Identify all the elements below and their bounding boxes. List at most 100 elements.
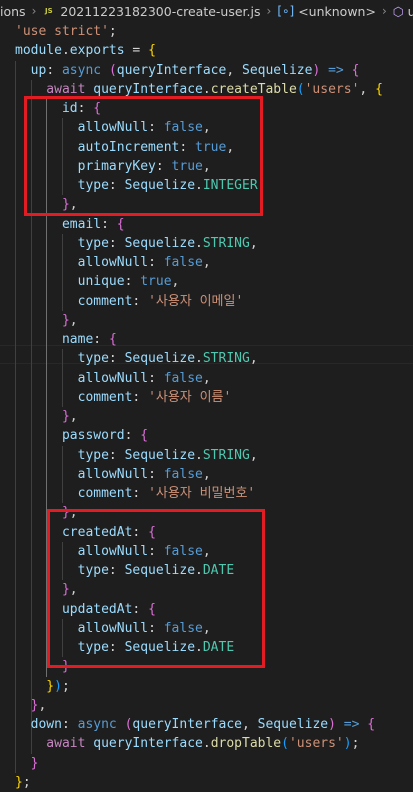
- code-token: :: [132, 389, 149, 405]
- code-token: ): [343, 736, 352, 752]
- code-line: email: {: [15, 215, 125, 234]
- code-editor[interactable]: 'use strict'; module.exports = { up: asyn…: [0, 22, 413, 792]
- code-token: ,: [69, 312, 78, 328]
- code-token: '사용자 비밀번호': [148, 486, 256, 501]
- code-line: await queryInterface.dropTable('users');: [15, 734, 359, 753]
- code-token: .: [61, 43, 70, 59]
- breadcrumb-symbol-label: <unknown>: [298, 3, 376, 19]
- code-line: type: Sequelize.STRING,: [15, 234, 258, 253]
- code-token: .: [195, 235, 203, 251]
- code-token: type: [15, 235, 109, 251]
- symbol-variable-icon: [∘]: [277, 4, 295, 18]
- code-token: async: [61, 62, 102, 78]
- breadcrumb: ions › JS 20211223182300-create-user.js …: [0, 0, 413, 22]
- code-token: ,: [202, 255, 211, 270]
- code-token: comment: [15, 293, 133, 309]
- code-token: async: [77, 717, 117, 732]
- code-token: ;: [22, 774, 31, 790]
- breadcrumb-member[interactable]: ⬡ up: [393, 4, 413, 19]
- code-token: true: [140, 274, 172, 290]
- chevron-right-icon: ›: [266, 4, 272, 18]
- code-token: exports: [69, 43, 125, 59]
- code-token: Sequelize: [257, 717, 329, 732]
- code-line: };: [15, 773, 31, 792]
- code-token: {: [351, 62, 360, 78]
- code-token: password: [15, 428, 125, 444]
- code-token: comment: [15, 486, 133, 501]
- code-token: ;: [108, 24, 117, 39]
- code-token: =>: [320, 62, 352, 78]
- code-token: }: [15, 697, 39, 713]
- code-token: {: [108, 332, 117, 347]
- code-token: email: [15, 216, 102, 232]
- code-token: allowNull: [15, 255, 149, 270]
- code-line: allowNull: false,: [15, 465, 211, 484]
- code-token: }: [15, 755, 39, 771]
- code-token: dropTable: [210, 736, 282, 752]
- code-token: ,: [249, 447, 258, 463]
- code-line: comment: '사용자 이름': [15, 388, 232, 407]
- code-token: }: [15, 774, 23, 790]
- code-token: :: [124, 274, 141, 290]
- code-line: 'use strict';: [15, 22, 117, 41]
- cube-method-icon: ⬡: [392, 3, 404, 19]
- code-token: queryInterface: [132, 717, 242, 732]
- code-token: Sequelize: [124, 447, 196, 463]
- breadcrumb-file[interactable]: JS 20211223182300-create-user.js: [42, 4, 260, 19]
- code-token: :: [132, 293, 149, 309]
- code-token: 'users': [304, 81, 360, 97]
- code-token: queryInterface: [93, 81, 203, 97]
- code-token: =: [124, 43, 149, 59]
- code-token: ,: [249, 235, 258, 251]
- code-token: queryInterface: [93, 736, 203, 752]
- code-token: STRING: [202, 447, 250, 463]
- code-token: :: [101, 216, 117, 232]
- code-token: :: [148, 466, 164, 482]
- code-token: :: [93, 332, 109, 347]
- code-token: .: [202, 736, 211, 752]
- code-token: comment: [15, 389, 133, 405]
- code-line: up: async (queryInterface, Sequelize) =>…: [15, 61, 360, 80]
- code-token: ,: [69, 409, 78, 424]
- code-line: password: {: [15, 426, 148, 445]
- chevron-right-icon: ›: [31, 4, 37, 18]
- code-token: :: [148, 370, 164, 386]
- code-token: ): [54, 678, 62, 694]
- code-token: STRING: [202, 351, 250, 367]
- code-token: false: [163, 255, 203, 270]
- code-token: Sequelize: [124, 235, 196, 251]
- code-token: 'use strict': [15, 24, 109, 39]
- code-token: createTable: [210, 81, 297, 97]
- code-token: name: [15, 332, 94, 347]
- code-line: module.exports = {: [15, 41, 156, 60]
- code-token: up: [15, 62, 47, 78]
- javascript-file-icon: JS: [45, 6, 53, 15]
- code-token: STRING: [202, 235, 250, 251]
- code-token: ): [328, 717, 336, 732]
- code-token: module: [15, 43, 62, 59]
- code-token: {: [140, 428, 149, 444]
- code-token: type: [15, 447, 109, 463]
- code-line: allowNull: false,: [15, 253, 211, 272]
- code-token: '사용자 이름': [148, 389, 232, 405]
- code-token: ;: [61, 678, 70, 694]
- code-token: unique: [15, 274, 125, 290]
- code-token: (: [281, 736, 289, 752]
- code-token: {: [367, 717, 376, 732]
- code-token: (: [108, 62, 117, 78]
- code-line: },: [15, 407, 78, 426]
- code-token: (: [296, 81, 305, 97]
- breadcrumb-folder-label: ions: [0, 3, 26, 19]
- code-token: {: [116, 216, 125, 232]
- highlight-box-id: [24, 96, 263, 216]
- code-token: :: [108, 447, 125, 463]
- code-line: down: async (queryInterface, Sequelize) …: [15, 715, 375, 734]
- code-token: false: [163, 370, 203, 386]
- code-token: {: [375, 81, 383, 97]
- breadcrumb-symbol[interactable]: [∘] <unknown>: [277, 4, 376, 19]
- breadcrumb-folder[interactable]: ions: [0, 4, 26, 19]
- code-token: await: [15, 81, 94, 97]
- code-line: comment: '사용자 비밀번호': [15, 484, 256, 503]
